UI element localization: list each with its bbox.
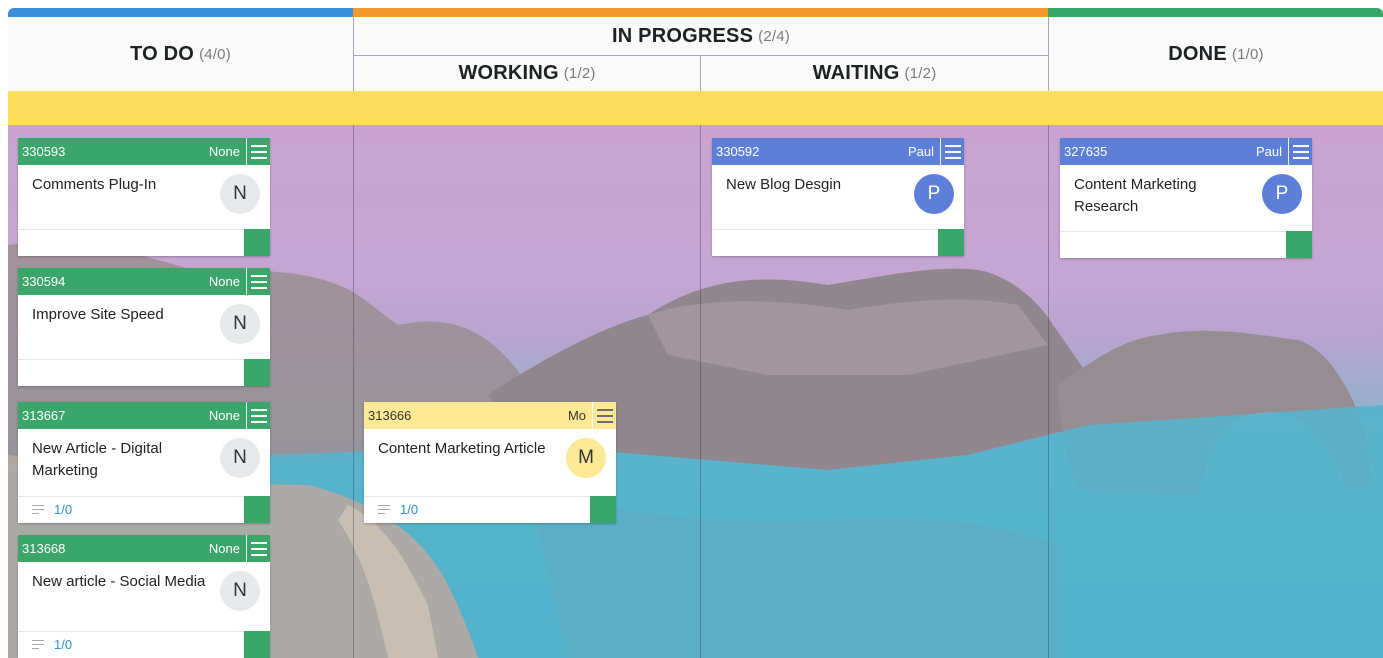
card-title: New article - Social Media: [32, 573, 206, 590]
card-status-square[interactable]: [244, 359, 270, 386]
card-header: 330592 Paul: [712, 138, 964, 165]
checklist-indicator[interactable]: 1/0: [32, 637, 72, 652]
hamburger-menu-icon[interactable]: [246, 138, 270, 165]
card-title: Improve Site Speed: [32, 306, 164, 323]
card-id[interactable]: 330592: [716, 144, 908, 159]
column-title: TO DO: [130, 42, 195, 65]
column-divider: [700, 125, 701, 658]
column-count: (1/2): [904, 65, 937, 82]
checklist-count: 1/0: [54, 637, 73, 652]
column-header-todo[interactable]: TO DO (4/0): [8, 17, 353, 91]
card-title: Comments Plug-In: [32, 176, 157, 193]
card-footer: 1/0: [18, 631, 270, 658]
checklist-count: 1/0: [54, 502, 73, 517]
hamburger-menu-icon[interactable]: [1288, 138, 1312, 165]
card-id[interactable]: 327635: [1064, 144, 1256, 159]
hamburger-menu-icon[interactable]: [246, 268, 270, 295]
avatar[interactable]: N: [220, 174, 260, 214]
column-title: WORKING: [458, 62, 559, 84]
column-title: DONE: [1168, 42, 1227, 65]
task-card[interactable]: 330594 None Improve Site Speed N: [18, 268, 270, 386]
checklist-indicator[interactable]: 1/0: [378, 502, 418, 517]
card-footer: 1/0: [364, 496, 616, 523]
avatar[interactable]: M: [566, 438, 606, 478]
avatar[interactable]: P: [914, 174, 954, 214]
column-header-working[interactable]: WORKING (1/2): [354, 56, 700, 91]
in-progress-color-stripe: [353, 8, 1048, 17]
card-owner: Paul: [1255, 144, 1282, 159]
card-title: Content Marketing Research: [1074, 176, 1197, 215]
avatar[interactable]: P: [1262, 174, 1302, 214]
card-header: 327635 Paul: [1060, 138, 1312, 165]
column-header-in-progress[interactable]: IN PROGRESS (2/4): [354, 17, 1048, 55]
card-id[interactable]: 330593: [22, 144, 209, 159]
column-title: WAITING: [812, 62, 900, 84]
card-owner: Paul: [907, 144, 934, 159]
card-title: New Article - Digital Marketing: [32, 440, 163, 479]
card-status-square[interactable]: [1286, 231, 1312, 258]
card-header: 330593 None: [18, 138, 270, 165]
card-header: 313667 None: [18, 402, 270, 429]
task-card[interactable]: 313668 None New article - Social Media N…: [18, 535, 270, 658]
card-footer: [712, 229, 964, 256]
header-divider: [353, 17, 354, 91]
card-header: 313668 None: [18, 535, 270, 562]
checklist-icon: [378, 504, 394, 516]
column-divider: [353, 125, 354, 658]
column-count: (1/2): [563, 65, 596, 82]
column-header-waiting[interactable]: WAITING (1/2): [701, 56, 1048, 91]
todo-color-stripe: [8, 8, 353, 17]
card-status-square[interactable]: [590, 496, 616, 523]
card-owner: Mo: [567, 408, 586, 423]
header-divider: [354, 55, 1048, 56]
header-divider: [700, 55, 701, 91]
card-owner: None: [208, 274, 240, 289]
checklist-icon: [32, 504, 48, 516]
column-title: IN PROGRESS: [612, 24, 754, 47]
card-header: 313666 Mo: [364, 402, 616, 429]
card-owner: None: [208, 541, 240, 556]
task-card[interactable]: 330592 Paul New Blog Desgin P: [712, 138, 964, 256]
card-footer: 1/0: [18, 496, 270, 523]
card-id[interactable]: 313667: [22, 408, 209, 423]
card-id[interactable]: 313668: [22, 541, 209, 556]
card-title: New Blog Desgin: [726, 176, 842, 193]
card-owner: None: [208, 144, 240, 159]
avatar[interactable]: N: [220, 571, 260, 611]
kanban-board: TO DO (4/0) IN PROGRESS (2/4) WORKING (1…: [8, 8, 1383, 658]
avatar[interactable]: N: [220, 304, 260, 344]
task-card[interactable]: 330593 None Comments Plug-In N: [18, 138, 270, 256]
column-header-done[interactable]: DONE (1/0): [1049, 17, 1383, 91]
hamburger-menu-icon[interactable]: [246, 402, 270, 429]
column-divider: [1048, 125, 1049, 658]
column-count: (1/0): [1231, 45, 1264, 63]
done-color-stripe: [1048, 8, 1383, 17]
card-header: 330594 None: [18, 268, 270, 295]
card-id[interactable]: 330594: [22, 274, 209, 289]
column-count: (2/4): [758, 27, 790, 45]
card-status-square[interactable]: [938, 229, 964, 256]
card-status-square[interactable]: [244, 496, 270, 523]
swimlane-header-bar[interactable]: [8, 91, 1383, 125]
column-count: (4/0): [199, 45, 231, 63]
card-status-square[interactable]: [244, 229, 270, 256]
card-owner: None: [208, 408, 240, 423]
checklist-count: 1/0: [400, 502, 419, 517]
hamburger-menu-icon[interactable]: [592, 402, 616, 429]
hamburger-menu-icon[interactable]: [940, 138, 964, 165]
header-divider: [1048, 17, 1049, 91]
task-card[interactable]: 313667 None New Article - Digital Market…: [18, 402, 270, 523]
avatar[interactable]: N: [220, 438, 260, 478]
task-card[interactable]: 313666 Mo Content Marketing Article M 1/…: [364, 402, 616, 523]
card-footer: [1060, 231, 1312, 258]
task-card[interactable]: 327635 Paul Content Marketing Research P: [1060, 138, 1312, 258]
hamburger-menu-icon[interactable]: [246, 535, 270, 562]
card-status-square[interactable]: [244, 631, 270, 658]
card-id[interactable]: 313666: [368, 408, 568, 423]
card-title: Content Marketing Article: [378, 440, 546, 457]
card-footer: [18, 229, 270, 256]
checklist-icon: [32, 639, 48, 651]
card-footer: [18, 359, 270, 386]
checklist-indicator[interactable]: 1/0: [32, 502, 72, 517]
